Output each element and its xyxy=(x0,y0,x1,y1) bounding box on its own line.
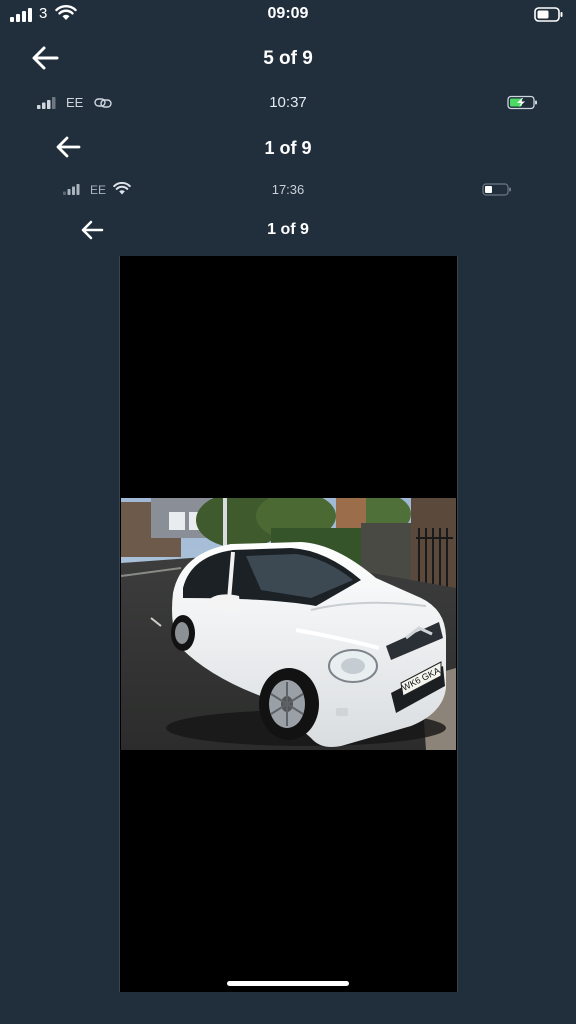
status-time: 09:09 xyxy=(267,5,309,22)
image-counter: 1 of 9 xyxy=(264,138,312,158)
image-counter: 1 of 9 xyxy=(267,221,309,238)
car-photo[interactable]: WK6 GKA xyxy=(121,498,456,750)
battery-icon xyxy=(482,183,511,196)
battery-icon xyxy=(534,7,563,22)
status-time: 10:37 xyxy=(269,94,307,111)
status-bar-outer: 3 09:09 xyxy=(0,0,576,30)
car-photo-image: WK6 GKA xyxy=(121,498,456,750)
battery-charging-icon xyxy=(507,95,537,110)
home-indicator[interactable] xyxy=(227,981,349,986)
image-counter: 5 of 9 xyxy=(263,48,313,69)
